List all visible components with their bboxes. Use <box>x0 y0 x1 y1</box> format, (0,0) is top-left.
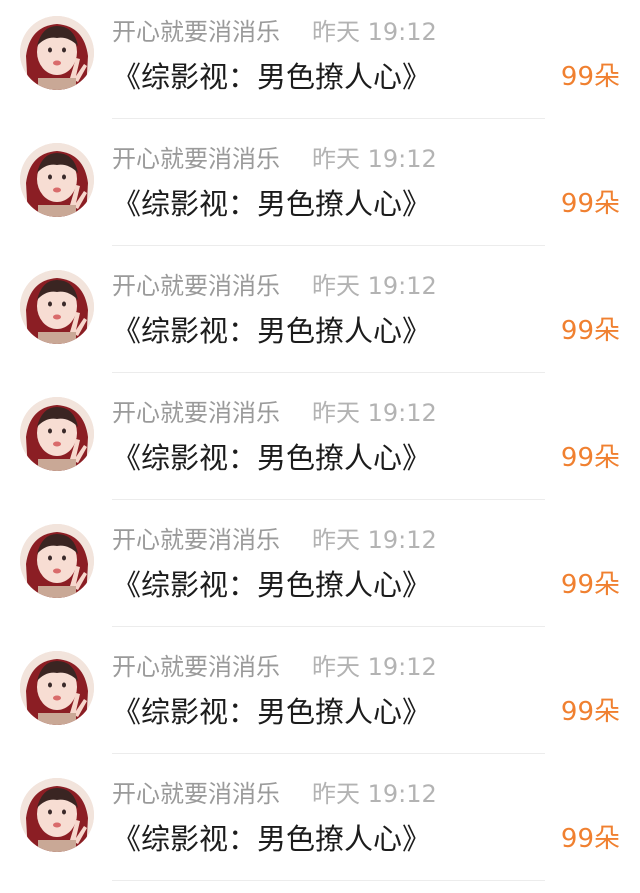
flower-count: 99朵 <box>560 189 620 219</box>
flower-count: 99朵 <box>560 697 620 727</box>
divider <box>112 118 545 119</box>
gift-message: 《综影视：男色撩人心》 <box>112 568 432 602</box>
flower-count: 99朵 <box>560 316 620 346</box>
list-item[interactable]: 开心就要消消乐 昨天 19:12 《综影视：男色撩人心》 99朵 <box>0 0 640 127</box>
divider <box>112 880 545 881</box>
avatar[interactable] <box>20 778 94 852</box>
divider <box>112 626 545 627</box>
gift-message: 《综影视：男色撩人心》 <box>112 822 432 856</box>
timestamp: 昨天 19:12 <box>312 18 437 46</box>
flower-count: 99朵 <box>560 824 620 854</box>
avatar[interactable] <box>20 16 94 90</box>
gift-message: 《综影视：男色撩人心》 <box>112 60 432 94</box>
list-item[interactable]: 开心就要消消乐 昨天 19:12 《综影视：男色撩人心》 99朵 <box>0 381 640 508</box>
gift-message: 《综影视：男色撩人心》 <box>112 441 432 475</box>
avatar[interactable] <box>20 651 94 725</box>
username[interactable]: 开心就要消消乐 <box>112 778 280 810</box>
username[interactable]: 开心就要消消乐 <box>112 397 280 429</box>
gift-record-list: 开心就要消消乐 昨天 19:12 《综影视：男色撩人心》 99朵 开心就要消消乐… <box>0 0 640 893</box>
list-item[interactable]: 开心就要消消乐 昨天 19:12 《综影视：男色撩人心》 99朵 <box>0 762 640 889</box>
timestamp: 昨天 19:12 <box>312 526 437 554</box>
timestamp: 昨天 19:12 <box>312 780 437 808</box>
list-item[interactable]: 开心就要消消乐 昨天 19:12 《综影视：男色撩人心》 99朵 <box>0 635 640 762</box>
divider <box>112 372 545 373</box>
flower-count: 99朵 <box>560 62 620 92</box>
timestamp: 昨天 19:12 <box>312 399 437 427</box>
avatar[interactable] <box>20 397 94 471</box>
divider <box>112 753 545 754</box>
timestamp: 昨天 19:12 <box>312 272 437 300</box>
timestamp: 昨天 19:12 <box>312 145 437 173</box>
avatar[interactable] <box>20 524 94 598</box>
username[interactable]: 开心就要消消乐 <box>112 270 280 302</box>
gift-message: 《综影视：男色撩人心》 <box>112 695 432 729</box>
flower-count: 99朵 <box>560 443 620 473</box>
avatar[interactable] <box>20 143 94 217</box>
divider <box>112 499 545 500</box>
username[interactable]: 开心就要消消乐 <box>112 143 280 175</box>
list-item[interactable]: 开心就要消消乐 昨天 19:12 《综影视：男色撩人心》 99朵 <box>0 508 640 635</box>
flower-count: 99朵 <box>560 570 620 600</box>
timestamp: 昨天 19:12 <box>312 653 437 681</box>
username[interactable]: 开心就要消消乐 <box>112 16 280 48</box>
username[interactable]: 开心就要消消乐 <box>112 524 280 556</box>
username[interactable]: 开心就要消消乐 <box>112 651 280 683</box>
gift-message: 《综影视：男色撩人心》 <box>112 314 432 348</box>
list-item[interactable]: 开心就要消消乐 昨天 19:12 《综影视：男色撩人心》 99朵 <box>0 254 640 381</box>
divider <box>112 245 545 246</box>
gift-message: 《综影视：男色撩人心》 <box>112 187 432 221</box>
list-item[interactable]: 开心就要消消乐 昨天 19:12 《综影视：男色撩人心》 99朵 <box>0 127 640 254</box>
avatar[interactable] <box>20 270 94 344</box>
